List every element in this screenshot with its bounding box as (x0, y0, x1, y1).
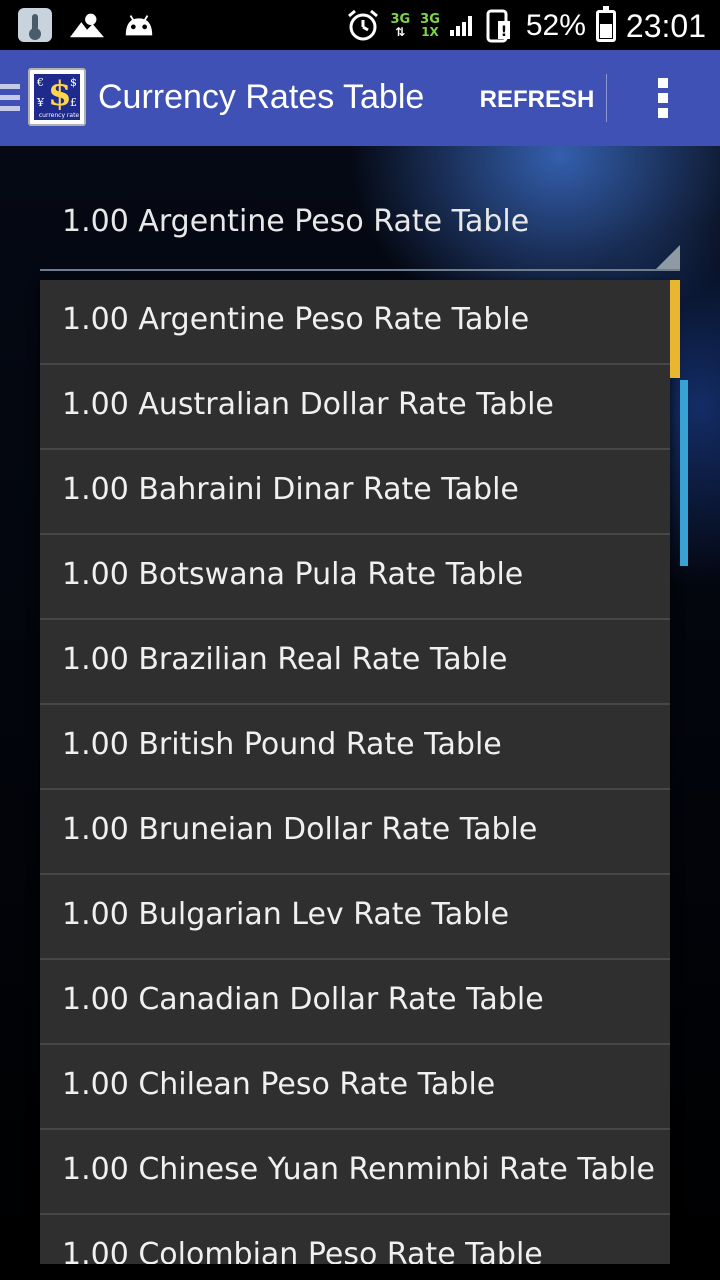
app-logo[interactable]: € $ ¥ £ $ currency rate (28, 68, 86, 126)
battery-icon (595, 6, 616, 42)
network-3g-1x: 3G 1X (420, 13, 440, 39)
dropdown-item-label: 1.00 Colombian Peso Rate Table (62, 1237, 543, 1264)
dropdown-item[interactable]: 1.00 Brazilian Real Rate Table (40, 620, 670, 705)
dropdown-item-label: 1.00 Botswana Pula Rate Table (62, 557, 524, 592)
dropdown-item[interactable]: 1.00 Bruneian Dollar Rate Table (40, 790, 670, 875)
network-3g: 3G ⇅ (390, 13, 410, 39)
dropdown-item-label: 1.00 Bahraini Dinar Rate Table (62, 472, 519, 507)
action-bar: € $ ¥ £ $ currency rate Currency Rates T… (0, 50, 720, 146)
status-bar: 3G ⇅ 3G 1X ! 52% 23:01 (0, 0, 720, 50)
dropdown-item[interactable]: 1.00 Colombian Peso Rate Table (40, 1215, 670, 1264)
android-icon (122, 8, 156, 42)
phone-alert-icon: ! (482, 9, 516, 43)
dropdown-item-label: 1.00 Chilean Peso Rate Table (62, 1067, 496, 1102)
logo-caption: currency rate (38, 112, 80, 119)
spinner-selected-value: 1.00 Argentine Peso Rate Table (62, 204, 530, 239)
action-bar-divider (606, 74, 607, 122)
dropdown-item[interactable]: 1.00 Canadian Dollar Rate Table (40, 960, 670, 1045)
currency-spinner[interactable]: 1.00 Argentine Peso Rate Table (40, 176, 680, 271)
thermometer-icon (18, 8, 52, 42)
battery-percent: 52% (525, 9, 586, 42)
screen: 3G ⇅ 3G 1X ! 52% 23:01 € $ ¥ £ $ currenc… (0, 0, 720, 1280)
dropdown-item[interactable]: 1.00 Botswana Pula Rate Table (40, 535, 670, 620)
background-scrollbar (680, 380, 688, 566)
currency-dropdown-list: 1.00 Argentine Peso Rate Table 1.00 Aust… (40, 280, 670, 1264)
dropdown-item-label: 1.00 Argentine Peso Rate Table (62, 302, 530, 337)
logo-dollar: $ (48, 74, 72, 114)
clock: 23:01 (625, 7, 706, 44)
overflow-menu-icon[interactable] (640, 74, 686, 122)
spinner-arrow-icon (656, 245, 680, 269)
dropdown-item[interactable]: 1.00 Bahraini Dinar Rate Table (40, 450, 670, 535)
dropdown-item-label: 1.00 Australian Dollar Rate Table (62, 387, 554, 422)
network-1x-label: 1X (421, 25, 439, 39)
dropdown-item-label: 1.00 Brazilian Real Rate Table (62, 642, 508, 677)
signal-icon (449, 16, 472, 36)
logo-yen: ¥ (37, 96, 44, 109)
dropdown-item-label: 1.00 Bulgarian Lev Rate Table (62, 897, 510, 932)
weather-icon (70, 8, 104, 42)
refresh-button[interactable]: REFRESH (470, 80, 604, 120)
drawer-menu-icon[interactable] (0, 84, 20, 114)
dropdown-item-label: 1.00 Chinese Yuan Renminbi Rate Table (62, 1152, 655, 1187)
logo-euro: € (37, 76, 44, 89)
dropdown-scroll-thumb[interactable] (670, 280, 680, 378)
dropdown-item[interactable]: 1.00 Bulgarian Lev Rate Table (40, 875, 670, 960)
dropdown-item[interactable]: 1.00 British Pound Rate Table (40, 705, 670, 790)
app-title: Currency Rates Table (98, 78, 425, 116)
dropdown-item-label: 1.00 Canadian Dollar Rate Table (62, 982, 544, 1017)
spinner-underline (40, 269, 680, 271)
dropdown-item-label: 1.00 British Pound Rate Table (62, 727, 502, 762)
svg-text:!: ! (501, 24, 507, 40)
dropdown-scroll-track (670, 280, 680, 1264)
dropdown-item-label: 1.00 Bruneian Dollar Rate Table (62, 812, 538, 847)
alarm-icon (346, 9, 380, 43)
dropdown-item[interactable]: 1.00 Argentine Peso Rate Table (40, 280, 670, 365)
dropdown-item[interactable]: 1.00 Chilean Peso Rate Table (40, 1045, 670, 1130)
dropdown-item[interactable]: 1.00 Chinese Yuan Renminbi Rate Table (40, 1130, 670, 1215)
data-arrows-icon: ⇅ (395, 25, 406, 39)
dropdown-item[interactable]: 1.00 Australian Dollar Rate Table (40, 365, 670, 450)
